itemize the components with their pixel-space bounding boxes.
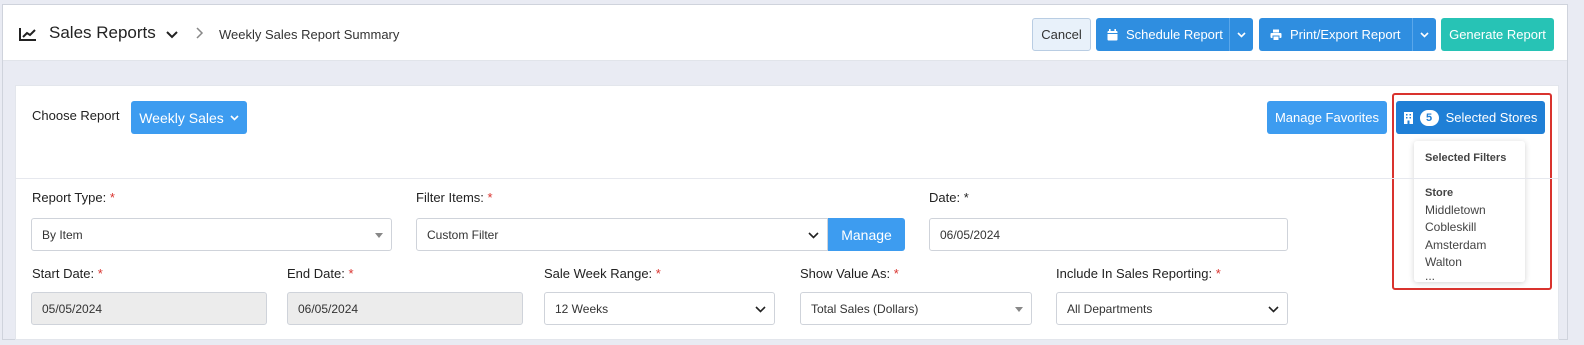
- chevron-down-icon: [1268, 306, 1279, 313]
- divider: [16, 178, 1558, 179]
- chevron-down-icon: [1237, 31, 1246, 38]
- top-header: Sales Reports Weekly Sales Report Summar…: [3, 5, 1567, 61]
- calendar-icon: [1107, 28, 1118, 40]
- app-title[interactable]: Sales Reports: [49, 23, 156, 43]
- breadcrumb: Weekly Sales Report Summary: [219, 27, 400, 42]
- filter-items-value: Custom Filter: [427, 227, 499, 242]
- report-type-select[interactable]: By Item: [31, 218, 392, 251]
- report-card: Choose Report Weekly Sales Manage Favori…: [15, 85, 1559, 340]
- print-export-label: Print/Export Report: [1290, 27, 1401, 42]
- popover-store-item: ...: [1425, 269, 1436, 282]
- chevron-down-icon: [755, 306, 766, 313]
- popover-section-store: Store: [1425, 187, 1454, 199]
- print-export-button[interactable]: Print/Export Report: [1259, 18, 1436, 51]
- cancel-button[interactable]: Cancel: [1032, 18, 1091, 51]
- chevron-down-icon: [1420, 31, 1429, 38]
- schedule-report-label: Schedule Report: [1126, 27, 1223, 42]
- report-type-label: Report Type: *: [32, 190, 115, 205]
- printer-icon: [1270, 29, 1282, 41]
- app-frame: Sales Reports Weekly Sales Report Summar…: [2, 4, 1568, 340]
- schedule-report-main[interactable]: Schedule Report: [1096, 18, 1229, 51]
- end-date-input: 06/05/2024: [287, 292, 523, 325]
- popover-title: Selected Filters: [1425, 152, 1507, 164]
- selected-stores-label: Selected Stores: [1445, 110, 1538, 125]
- start-date-input: 05/05/2024: [31, 292, 267, 325]
- sale-week-range-label: Sale Week Range: *: [544, 266, 661, 281]
- start-date-label: Start Date: *: [32, 266, 103, 281]
- stores-count-badge: 5: [1419, 109, 1439, 126]
- include-in-sales-label: Include In Sales Reporting: *: [1056, 266, 1221, 281]
- choose-report-dropdown[interactable]: Weekly Sales: [131, 101, 247, 134]
- report-type-value: By Item: [42, 227, 83, 242]
- include-in-sales-value: All Departments: [1067, 301, 1153, 316]
- print-export-dropdown[interactable]: [1412, 18, 1436, 51]
- selected-filters-popover: Selected Filters Store Middletown Cobles…: [1414, 141, 1525, 282]
- date-label: Date: *: [929, 190, 969, 205]
- choose-report-value: Weekly Sales: [139, 109, 224, 126]
- start-date-value: 05/05/2024: [42, 301, 103, 316]
- chevron-right-icon: [196, 27, 204, 39]
- print-export-main[interactable]: Print/Export Report: [1259, 18, 1412, 51]
- selected-stores-button[interactable]: 5 Selected Stores: [1396, 101, 1545, 134]
- manage-favorites-button[interactable]: Manage Favorites: [1267, 101, 1387, 134]
- sale-week-range-value: 12 Weeks: [555, 301, 609, 316]
- choose-report-label: Choose Report: [32, 108, 120, 123]
- popover-store-item: Middletown: [1425, 203, 1486, 217]
- chevron-down-icon[interactable]: [166, 31, 178, 39]
- generate-report-button[interactable]: Generate Report: [1441, 18, 1554, 51]
- end-date-value: 06/05/2024: [298, 301, 359, 316]
- building-icon: [1403, 111, 1413, 124]
- include-in-sales-select[interactable]: All Departments: [1056, 292, 1288, 325]
- filter-items-label: Filter Items: *: [416, 190, 493, 205]
- chevron-down-icon: [808, 232, 819, 239]
- caret-down-icon: [1015, 307, 1023, 312]
- show-value-as-label: Show Value As: *: [800, 266, 899, 281]
- caret-down-icon: [375, 233, 383, 238]
- schedule-report-button[interactable]: Schedule Report: [1096, 18, 1253, 51]
- end-date-label: End Date: *: [287, 266, 354, 281]
- chevron-down-icon: [230, 114, 239, 121]
- line-chart-icon: [19, 28, 36, 41]
- schedule-report-dropdown[interactable]: [1229, 18, 1253, 51]
- manage-filter-button[interactable]: Manage: [828, 218, 905, 251]
- sale-week-range-select[interactable]: 12 Weeks: [544, 292, 775, 325]
- date-input[interactable]: 06/05/2024: [929, 218, 1288, 251]
- popover-store-item: Walton: [1425, 255, 1462, 269]
- popover-store-item: Amsterdam: [1425, 238, 1487, 252]
- show-value-as-value: Total Sales (Dollars): [811, 301, 919, 316]
- popover-store-item: Cobleskill: [1425, 220, 1477, 234]
- filter-items-select[interactable]: Custom Filter: [416, 218, 828, 251]
- show-value-as-select[interactable]: Total Sales (Dollars): [800, 292, 1032, 325]
- date-value: 06/05/2024: [940, 227, 1001, 242]
